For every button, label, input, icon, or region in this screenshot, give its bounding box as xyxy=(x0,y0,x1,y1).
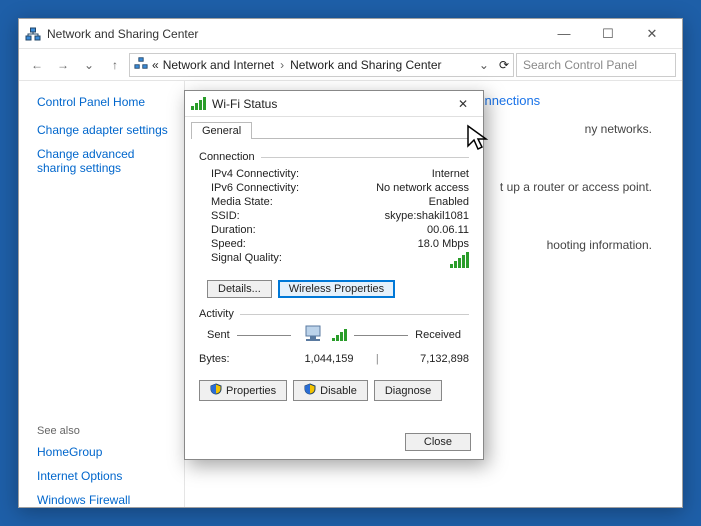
refresh-button[interactable]: ⟳ xyxy=(499,58,509,72)
duration-label: Duration: xyxy=(199,224,427,236)
window-maximize-button[interactable]: ☐ xyxy=(586,20,630,48)
media-state-value: Enabled xyxy=(429,196,469,208)
activity-icon xyxy=(298,324,347,346)
ipv6-label: IPv6 Connectivity: xyxy=(199,182,376,194)
dialog-close-button[interactable]: ✕ xyxy=(449,93,477,115)
nav-forward-button[interactable]: → xyxy=(51,53,75,77)
signal-quality-bars xyxy=(450,252,469,271)
close-button[interactable]: Close xyxy=(405,433,471,451)
change-adapter-settings-link[interactable]: Change adapter settings xyxy=(37,123,174,137)
diagnose-button[interactable]: Diagnose xyxy=(374,380,442,401)
breadcrumb-prefix: « xyxy=(152,58,159,72)
navbar: ← → ⌄ ↑ « Network and Internet › Network… xyxy=(19,49,682,81)
change-advanced-sharing-link[interactable]: Change advanced sharing settings xyxy=(37,147,174,175)
duration-value: 00.06.11 xyxy=(427,224,469,236)
shield-icon xyxy=(210,383,222,398)
bytes-sent-value: 1,044,159 xyxy=(286,353,373,365)
bytes-received-value: 7,132,898 xyxy=(382,353,469,365)
breadcrumb-1[interactable]: Network and Internet xyxy=(163,58,274,72)
see-also-label: See also xyxy=(37,425,174,437)
ssid-label: SSID: xyxy=(199,210,385,222)
chevron-down-icon[interactable]: ⌄ xyxy=(77,53,101,77)
address-bar[interactable]: « Network and Internet › Network and Sha… xyxy=(129,53,514,77)
dialog-title: Wi-Fi Status xyxy=(212,97,277,111)
tab-general[interactable]: General xyxy=(191,122,252,139)
sidebar: Control Panel Home Change adapter settin… xyxy=(19,81,184,507)
shield-icon xyxy=(304,383,316,398)
dialog-body: Connection IPv4 Connectivity:Internet IP… xyxy=(185,139,483,411)
ipv4-value: Internet xyxy=(432,168,469,180)
media-state-label: Media State: xyxy=(199,196,429,208)
network-icon-small xyxy=(134,56,148,73)
window-title: Network and Sharing Center xyxy=(47,27,198,41)
signal-quality-label: Signal Quality: xyxy=(199,252,450,271)
windows-firewall-link[interactable]: Windows Firewall xyxy=(37,493,174,507)
breadcrumb-sep: › xyxy=(280,58,284,72)
homegroup-link[interactable]: HomeGroup xyxy=(37,445,174,459)
received-label: Received xyxy=(415,329,461,341)
sent-label: Sent xyxy=(207,329,230,341)
window-minimize-button[interactable]: — xyxy=(542,20,586,48)
search-input[interactable]: Search Control Panel xyxy=(516,53,676,77)
nav-back-button[interactable]: ← xyxy=(25,53,49,77)
breadcrumb-2[interactable]: Network and Sharing Center xyxy=(290,58,441,72)
network-icon xyxy=(25,26,41,42)
nav-up-button[interactable]: ↑ xyxy=(103,53,127,77)
disable-button[interactable]: Disable xyxy=(293,380,368,401)
window-close-button[interactable]: ✕ xyxy=(630,20,674,48)
details-button[interactable]: Details... xyxy=(207,280,272,298)
activity-row: Sent Received xyxy=(199,324,469,346)
tabs: General xyxy=(185,117,483,138)
ipv6-value: No network access xyxy=(376,182,469,194)
activity-group: Activity xyxy=(199,308,469,320)
addr-dropdown[interactable]: ⌄ xyxy=(479,58,489,72)
wireless-properties-button[interactable]: Wireless Properties xyxy=(278,280,395,298)
bytes-label: Bytes: xyxy=(199,353,286,365)
connection-group: Connection xyxy=(199,151,469,163)
speed-label: Speed: xyxy=(199,238,418,250)
dialog-titlebar: Wi-Fi Status ✕ xyxy=(185,91,483,117)
ipv4-label: IPv4 Connectivity: xyxy=(199,168,432,180)
properties-button[interactable]: Properties xyxy=(199,380,287,401)
internet-options-link[interactable]: Internet Options xyxy=(37,469,174,483)
wifi-status-dialog: Wi-Fi Status ✕ General Connection IPv4 C… xyxy=(184,90,484,460)
ssid-value: skype:shakil1081 xyxy=(385,210,469,222)
titlebar: Network and Sharing Center — ☐ ✕ xyxy=(19,19,682,49)
control-panel-home-link[interactable]: Control Panel Home xyxy=(37,95,174,109)
signal-icon xyxy=(191,97,206,110)
speed-value: 18.0 Mbps xyxy=(418,238,469,250)
